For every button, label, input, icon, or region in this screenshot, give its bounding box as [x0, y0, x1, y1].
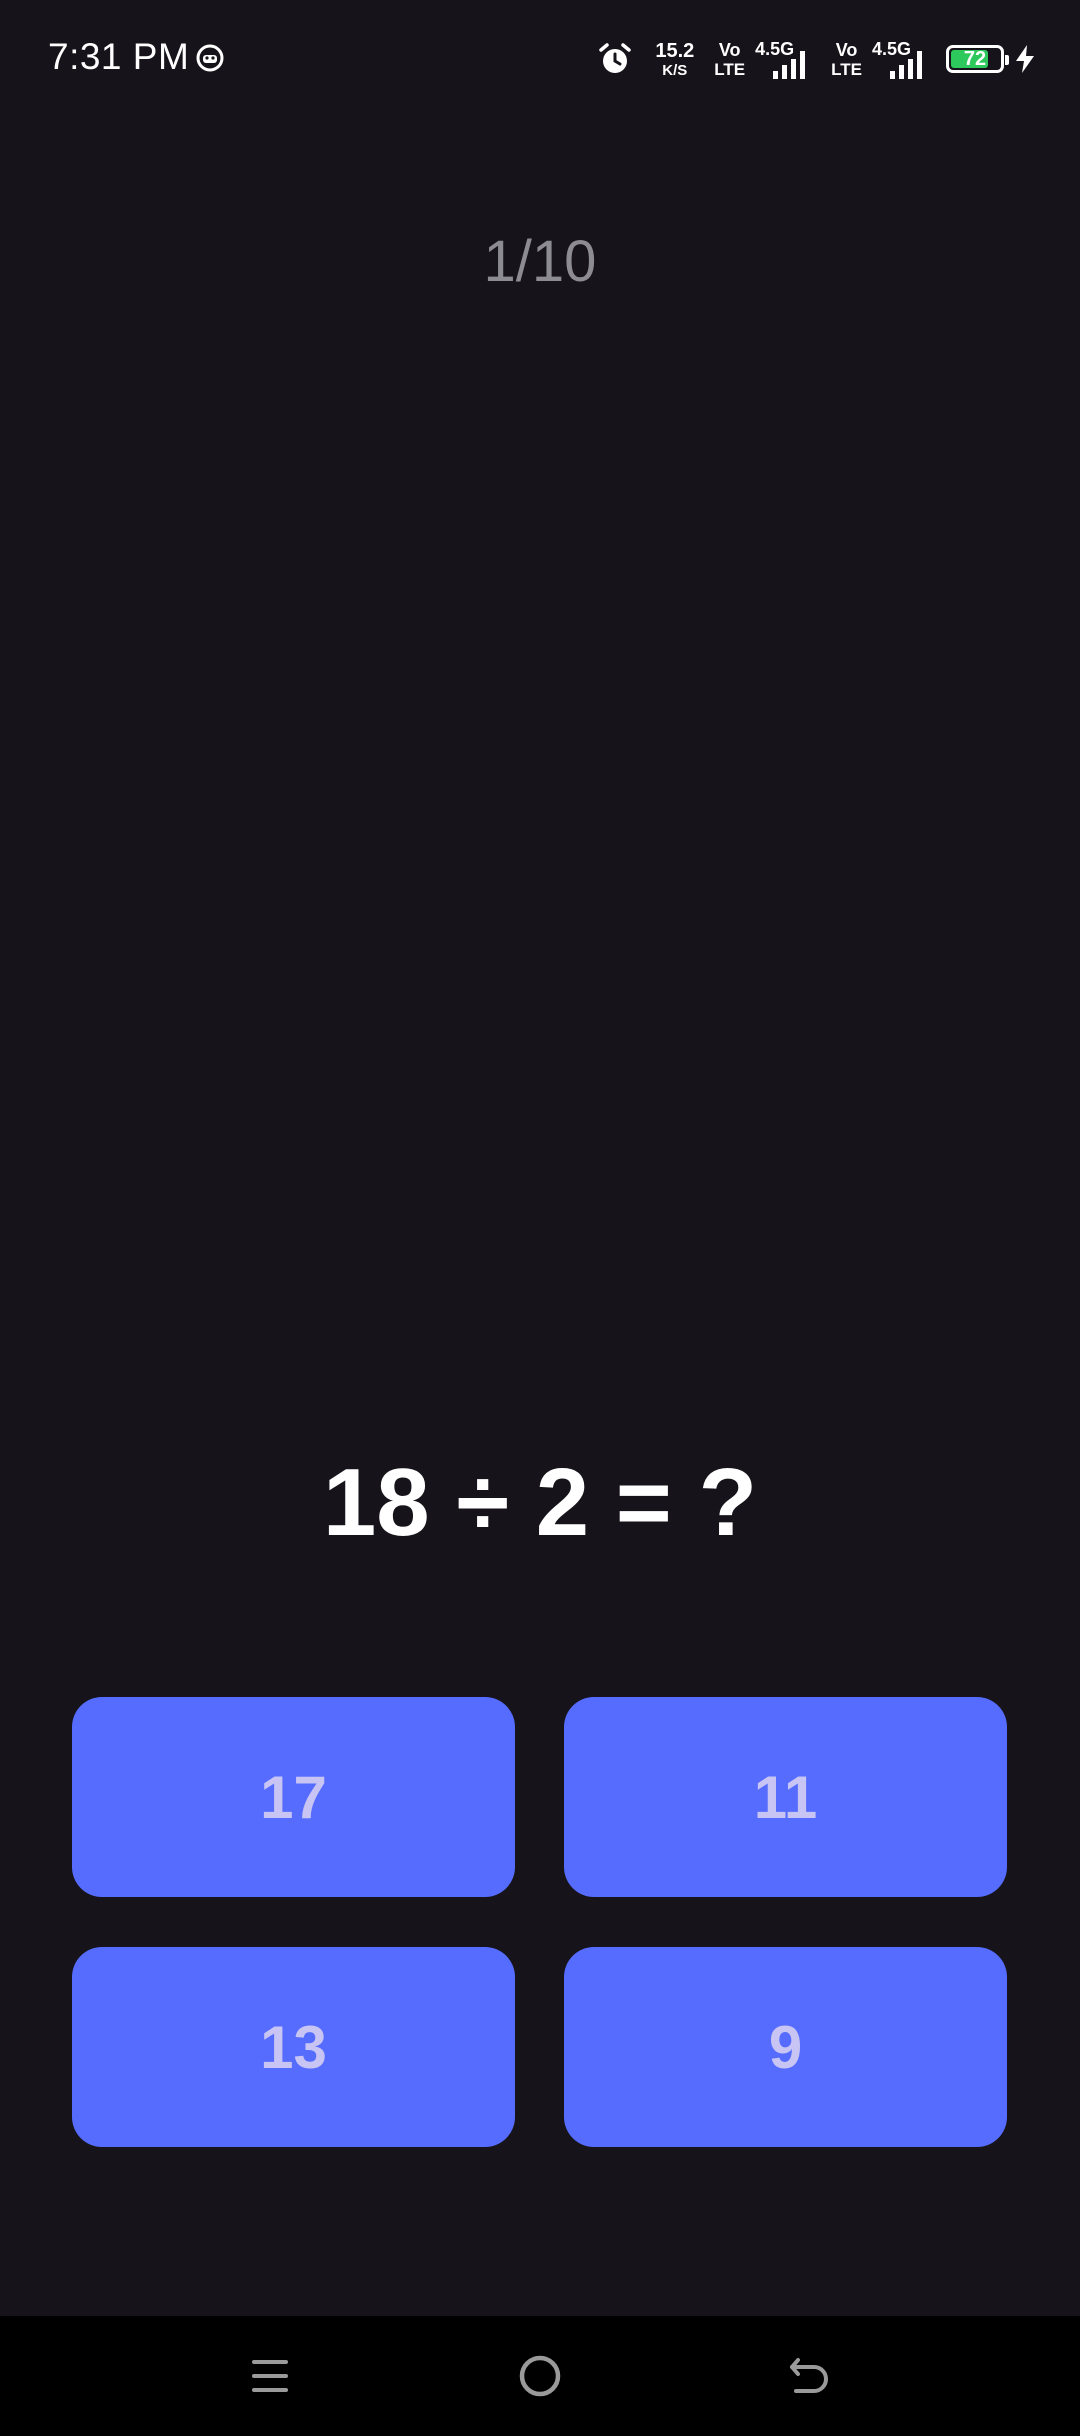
status-bar: 7:31 PM 15.2 K/S Vo LTE 4.5G Vo LTE 4.5G… [0, 0, 1080, 120]
app-notification-icon [196, 44, 224, 72]
sim1-volte-top: Vo [718, 39, 741, 60]
back-icon [790, 2358, 828, 2393]
network-speed: 15.2 K/S [655, 41, 694, 78]
question-progress: 1/10 [483, 229, 597, 294]
network-speed-unit: K/S [662, 61, 688, 79]
battery-indicator: 72 [946, 45, 1009, 73]
sim1-volte-bottom: LTE [714, 59, 746, 79]
sim2-volte-bottom: LTE [831, 59, 862, 79]
network-speed-value: 15.2 [655, 39, 695, 62]
nav-menu-button[interactable] [240, 2346, 300, 2406]
menu-icon [252, 2360, 288, 2392]
answer-button-2[interactable]: 11 [564, 1697, 1007, 1897]
signal-bars-icon [890, 51, 922, 79]
battery-level: 72 [963, 47, 987, 70]
nav-back-button[interactable] [780, 2346, 840, 2406]
question-text: 18 ÷ 2 = ? [322, 1449, 758, 1556]
sim2-signal: 4.5G [872, 39, 928, 79]
sim1-volte: Vo LTE [714, 41, 745, 78]
sim2-volte: Vo LTE [831, 41, 862, 78]
navigation-bar [0, 2316, 1080, 2436]
status-icons: 15.2 K/S Vo LTE 4.5G Vo LTE 4.5G 72 [597, 34, 1036, 84]
signal-bars-icon [773, 51, 806, 79]
home-icon [519, 2355, 561, 2397]
answer-button-1[interactable]: 17 [72, 1697, 515, 1897]
sim2-volte-top: Vo [835, 39, 858, 60]
battery-nub [1005, 55, 1009, 65]
status-time: 7:31 PM [48, 36, 190, 77]
alarm-icon [599, 43, 632, 73]
answer-button-4[interactable]: 9 [564, 1947, 1007, 2147]
answer-button-3[interactable]: 13 [72, 1947, 515, 2147]
charging-bolt-icon [1016, 45, 1034, 73]
sim1-signal: 4.5G [755, 39, 811, 79]
nav-home-button[interactable] [510, 2346, 570, 2406]
